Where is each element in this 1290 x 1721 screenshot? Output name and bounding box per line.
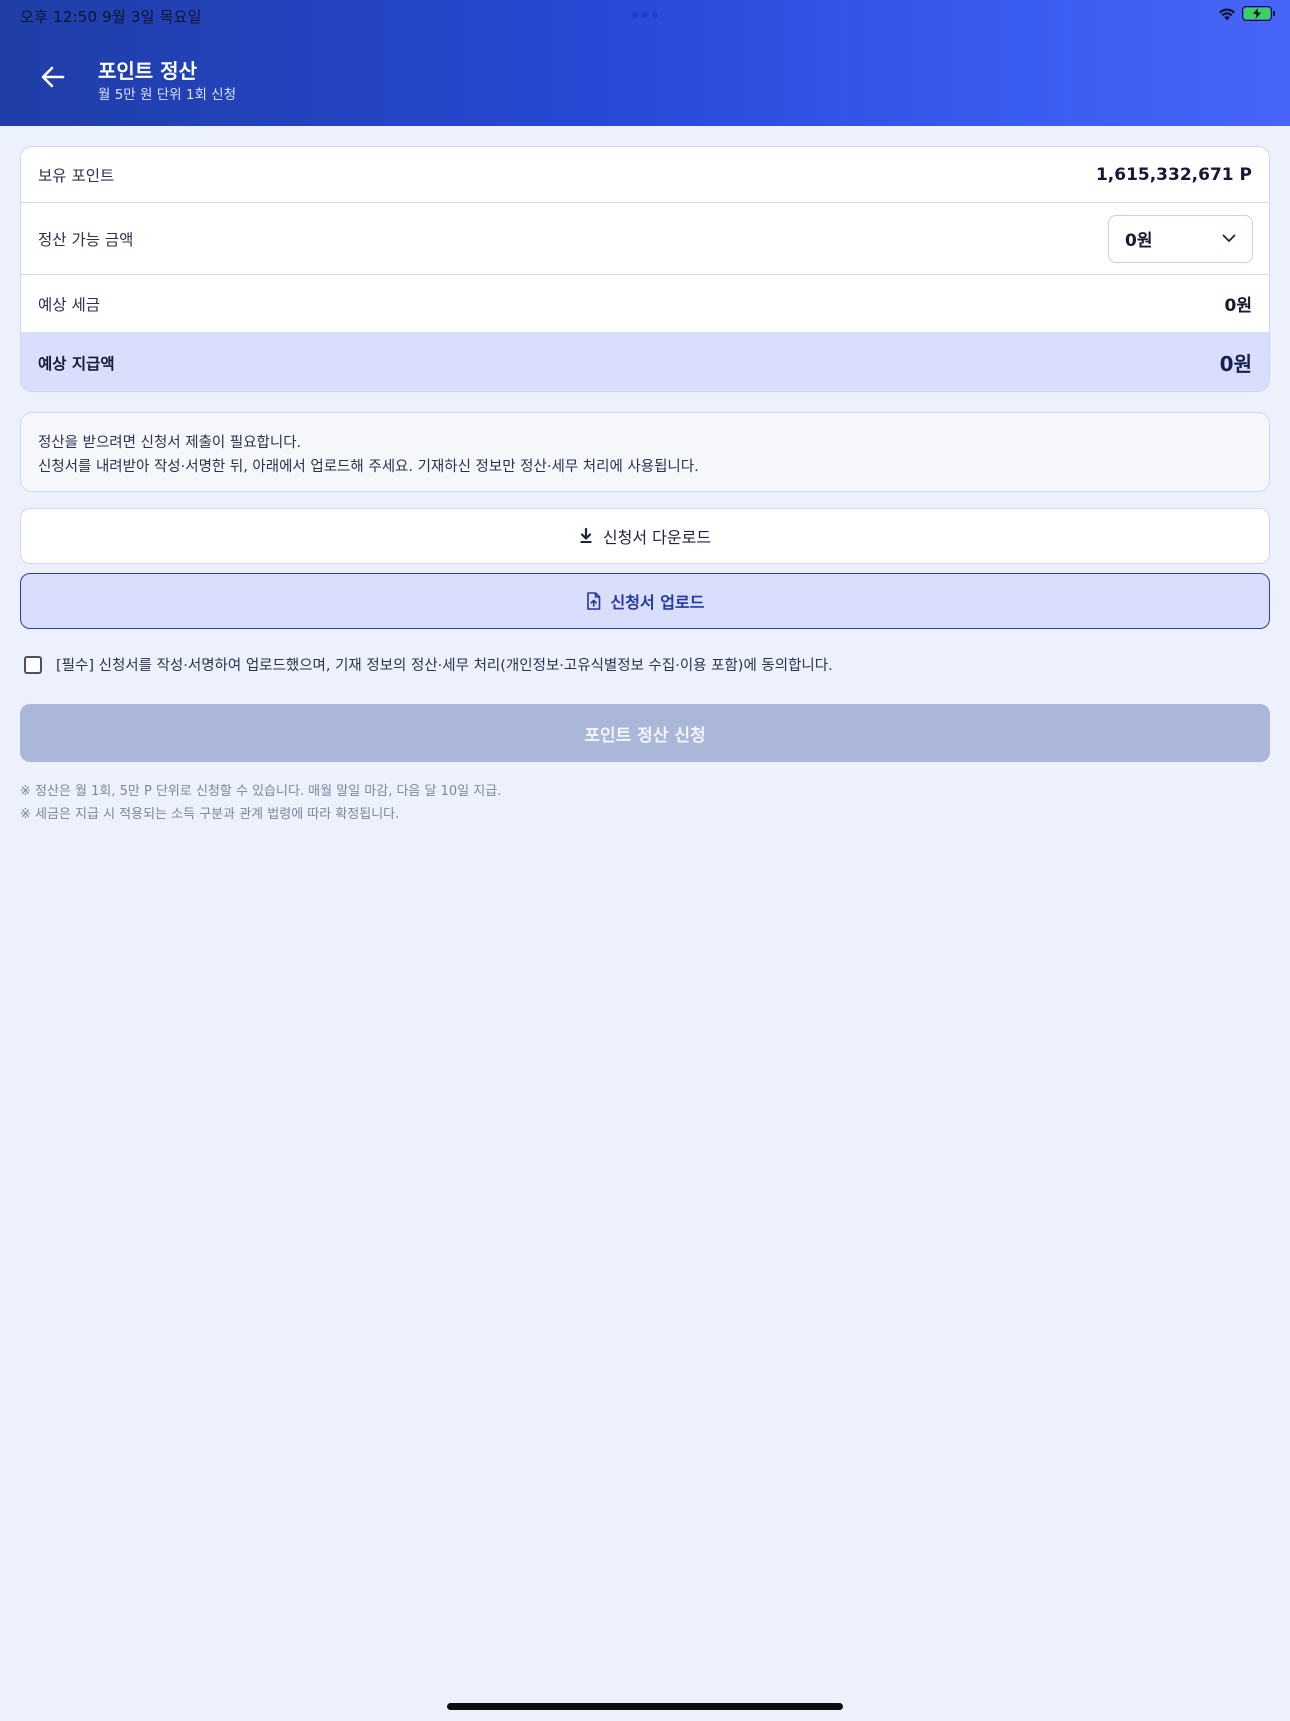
expected-tax-row: 예상 세금 0원 [21,275,1269,332]
submit-settlement-label: 포인트 정산 신청 [584,725,706,746]
footnote-1: ※ 정산은 월 1회, 5만 P 단위로 신청할 수 있습니다. 매월 말일 마… [20,784,502,799]
battery-charging-icon [1242,6,1275,21]
settleable-amount-select[interactable]: 0원 [1108,214,1253,263]
footnotes: ※ 정산은 월 1회, 5만 P 단위로 신청할 수 있습니다. 매월 말일 마… [20,780,501,826]
consent-checkbox[interactable] [24,655,42,674]
consent-row[interactable]: [필수] 신청서를 작성·서명하여 업로드했으며, 기재 정보의 정산·세무 처… [24,654,833,675]
upload-form-label: 신청서 업로드 [610,593,705,612]
app-header: 오후 12:50 9월 3일 목요일 포인트 정산 월 5만 원 단위 1회 신… [0,0,1290,126]
expected-payout-value: 0원 [1219,352,1252,376]
file-upload-icon [586,592,600,610]
back-button[interactable] [36,60,70,94]
held-points-label: 보유 포인트 [38,166,115,185]
notice-line-2: 신청서를 내려받아 작성·서명한 뒤, 아래에서 업로드해 주세요. 기재하신 … [38,459,699,475]
download-form-label: 신청서 다운로드 [602,528,712,547]
consent-label[interactable]: [필수] 신청서를 작성·서명하여 업로드했으며, 기재 정보의 정산·세무 처… [56,654,833,675]
notice-line-1: 정산을 받으려면 신청서 제출이 필요합니다. [38,435,302,451]
page-title: 포인트 정산 [98,59,197,83]
submit-settlement-button[interactable]: 포인트 정산 신청 [20,704,1270,762]
expected-payout-row: 예상 지급액 0원 [21,332,1269,391]
expected-payout-label: 예상 지급액 [38,354,115,373]
expected-tax-label: 예상 세금 [38,295,100,314]
settleable-amount-value: 0원 [1125,231,1153,251]
wifi-icon [1219,8,1235,20]
settleable-amount-label: 정산 가능 금액 [38,230,134,249]
footnote-2: ※ 세금은 지급 시 적용되는 소득 구분과 관계 법령에 따라 확정됩니다. [20,807,400,822]
download-form-button[interactable]: 신청서 다운로드 [20,508,1270,564]
home-indicator[interactable] [447,1703,843,1710]
arrow-left-icon [41,66,65,88]
expected-tax-value: 0원 [1224,296,1252,316]
held-points-row: 보유 포인트 1,615,332,671 P [21,147,1269,203]
status-time: 오후 12:50 9월 3일 목요일 [20,8,202,26]
download-icon [580,528,592,543]
chevron-down-icon [1222,234,1236,242]
points-summary-card: 보유 포인트 1,615,332,671 P 정산 가능 금액 0원 예상 세금… [20,146,1270,392]
multitasking-dots-icon[interactable] [632,12,658,18]
upload-form-button[interactable]: 신청서 업로드 [20,573,1270,629]
status-indicators [1218,6,1275,21]
held-points-value: 1,615,332,671 P [1095,164,1252,185]
settleable-amount-row: 정산 가능 금액 0원 [21,203,1269,275]
page-subtitle: 월 5만 원 단위 1회 신청 [98,87,236,103]
application-notice: 정산을 받으려면 신청서 제출이 필요합니다. 신청서를 내려받아 작성·서명한… [20,412,1270,492]
